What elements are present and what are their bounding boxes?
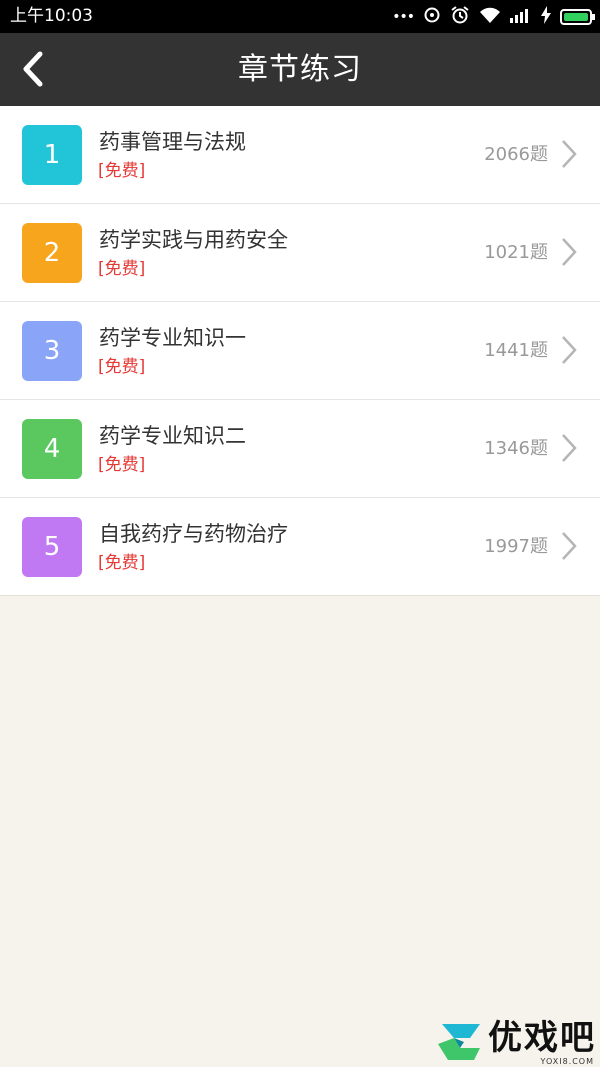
free-tag: [免费] — [98, 553, 146, 573]
watermark-subtext: YOXI8.COM — [540, 1057, 594, 1066]
status-time: 上午10:03 — [10, 6, 93, 26]
chevron-right-icon — [560, 433, 578, 463]
chevron-right-icon — [560, 237, 578, 267]
chapter-number-badge: 3 — [22, 321, 82, 381]
sync-icon — [423, 6, 441, 28]
app-header: 章节练习 — [0, 33, 600, 106]
question-count: 1997题 — [484, 536, 548, 557]
more-dots-icon: ••• — [392, 9, 415, 25]
chapter-row[interactable]: 5 自我药疗与药物治疗 [免费] 1997题 — [0, 498, 600, 596]
chapter-list: 1 药事管理与法规 [免费] 2066题 2 药学实践与用药安全 [免费] 10… — [0, 106, 600, 596]
chapter-row[interactable]: 2 药学实践与用药安全 [免费] 1021题 — [0, 204, 600, 302]
charging-icon — [541, 6, 551, 28]
wifi-icon — [479, 6, 501, 28]
free-tag: [免费] — [98, 455, 146, 475]
status-bar: 上午10:03 ••• — [0, 0, 600, 33]
chapter-number-badge: 2 — [22, 223, 82, 283]
chevron-right-icon — [560, 139, 578, 169]
watermark-logo-icon — [434, 1020, 484, 1064]
chapter-number-badge: 1 — [22, 125, 82, 185]
chapter-title: 药学专业知识一 — [99, 326, 246, 350]
page-title: 章节练习 — [238, 52, 362, 87]
free-tag: [免费] — [98, 357, 146, 377]
chevron-right-icon — [560, 531, 578, 561]
watermark: 优戏吧 YOXI8.COM — [434, 1017, 596, 1067]
chapter-title: 药事管理与法规 — [99, 130, 246, 154]
chapter-row[interactable]: 3 药学专业知识一 [免费] 1441题 — [0, 302, 600, 400]
question-count: 1346题 — [484, 438, 548, 459]
alarm-icon — [450, 5, 470, 29]
signal-icon — [510, 7, 532, 27]
chapter-number-badge: 5 — [22, 517, 82, 577]
free-tag: [免费] — [98, 259, 146, 279]
chevron-right-icon — [560, 335, 578, 365]
free-tag: [免费] — [98, 161, 146, 181]
chapter-number-badge: 4 — [22, 419, 82, 479]
chapter-title: 自我药疗与药物治疗 — [99, 522, 288, 546]
status-icons: ••• — [392, 5, 595, 29]
chapter-title: 药学专业知识二 — [99, 424, 246, 448]
chapter-row[interactable]: 1 药事管理与法规 [免费] 2066题 — [0, 106, 600, 204]
question-count: 1021题 — [484, 242, 548, 263]
question-count: 1441题 — [484, 340, 548, 361]
chapter-row[interactable]: 4 药学专业知识二 [免费] 1346题 — [0, 400, 600, 498]
chapter-title: 药学实践与用药安全 — [99, 228, 288, 252]
question-count: 2066题 — [484, 144, 548, 165]
watermark-text: 优戏吧 — [488, 1018, 596, 1058]
battery-icon — [560, 9, 595, 25]
